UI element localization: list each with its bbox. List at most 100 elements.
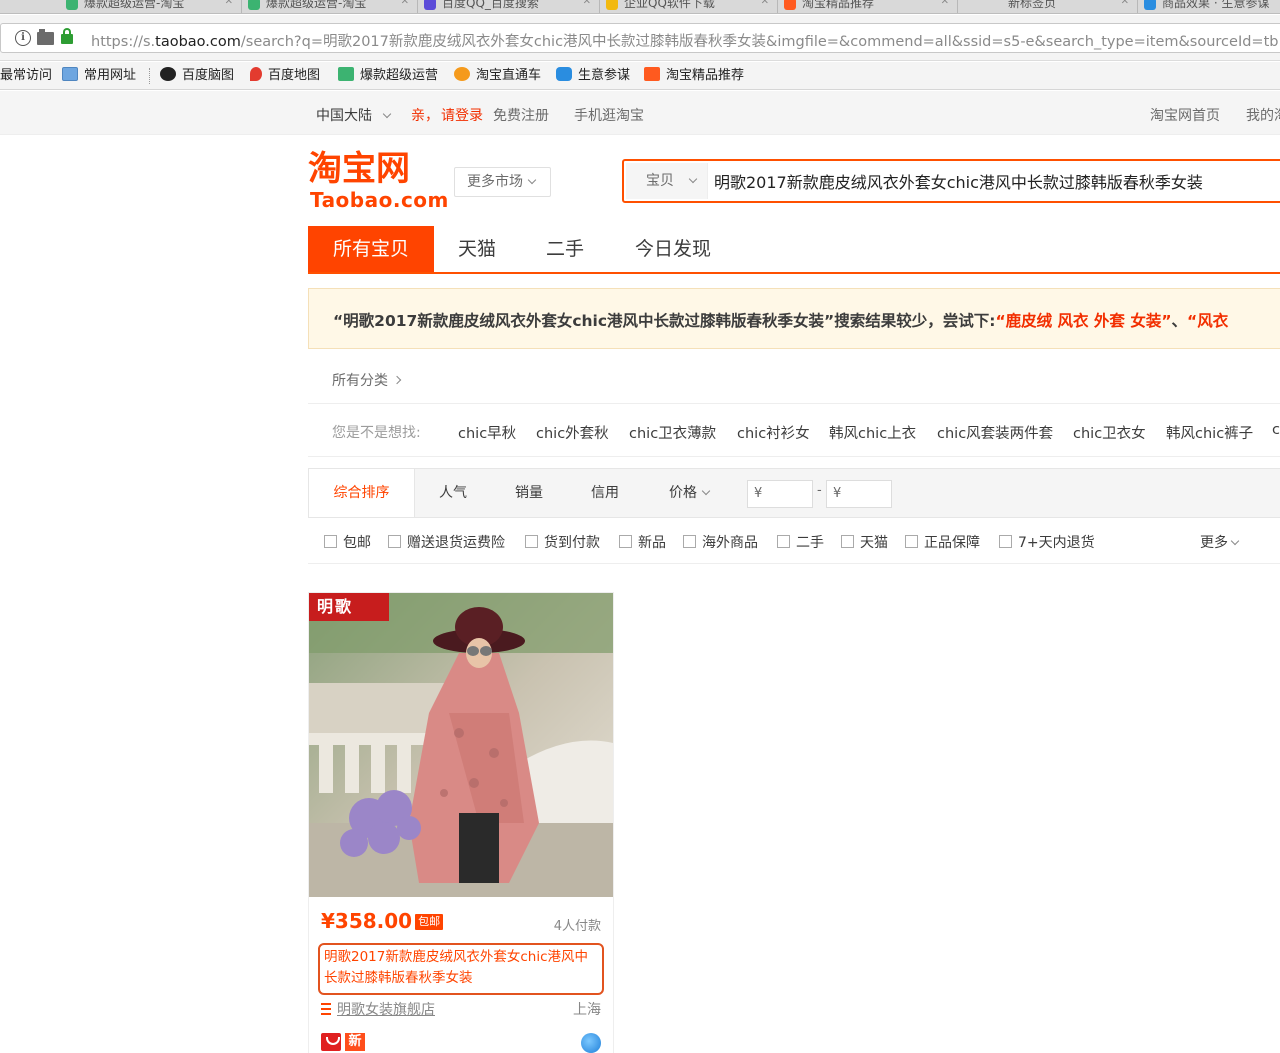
bookmark-baidu-naotu[interactable]: 百度脑图 xyxy=(160,67,234,85)
close-icon[interactable]: ✕ xyxy=(761,0,769,7)
chevron-down-icon xyxy=(527,175,537,185)
tmall-badge-icon[interactable] xyxy=(321,1033,341,1051)
info-icon[interactable]: i xyxy=(15,30,31,46)
suggested-query-link[interactable]: “风衣 xyxy=(1187,312,1228,330)
taobao-logo[interactable]: 淘宝网 xyxy=(308,149,410,189)
browser-tab[interactable]: 百度QQ_百度搜索 ✕ xyxy=(418,0,600,13)
tab-second-hand[interactable]: 二手 xyxy=(520,226,610,272)
bookmark-baokuan[interactable]: 爆款超级运营 xyxy=(338,67,438,85)
suggest-item[interactable]: chic卫衣女 xyxy=(1073,422,1146,443)
product-title-link[interactable]: 明歌2017新款鹿皮绒风衣外套女chic港风中长款过膝韩版春秋季女装 xyxy=(318,943,604,995)
close-icon[interactable]: ✕ xyxy=(1121,0,1129,7)
compass-icon xyxy=(1144,0,1156,10)
suggest-item[interactable]: chic卫衣薄款 xyxy=(629,422,716,443)
browser-tab[interactable]: 新标签页 ✕ xyxy=(958,0,1138,13)
checkbox[interactable] xyxy=(388,535,401,548)
tip-text: “明歌2017新款鹿皮绒风衣外套女chic港风中长款过膝韩版春秋季女装”搜索结果… xyxy=(333,312,1229,330)
mobile-taobao-link[interactable]: 手机逛淘宝 xyxy=(574,105,644,125)
suggest-item[interactable]: chic风套装两件套 xyxy=(937,422,1053,443)
taobao-home-link[interactable]: 淘宝网首页 xyxy=(1150,105,1220,125)
more-market-dropdown[interactable]: 更多市场 xyxy=(454,167,551,197)
product-image xyxy=(309,593,613,897)
checkbox[interactable] xyxy=(525,535,538,548)
product-price: ¥358.00 包邮 xyxy=(321,909,444,933)
filter-second-hand[interactable]: 二手 xyxy=(777,532,824,552)
url-text[interactable]: https://s.taobao.com/search?q=明歌2017新款鹿皮… xyxy=(91,30,1280,51)
bookmark-sycm[interactable]: 生意参谋 xyxy=(556,67,630,85)
more-filters-button[interactable]: 更多 xyxy=(1200,532,1240,552)
site-top-nav: 中国大陆 亲， 请登录 免费注册 手机逛淘宝 淘宝网首页 我的淘 xyxy=(0,91,1280,135)
browser-tab[interactable]: 商品效果 · 生意参谋 xyxy=(1138,0,1280,13)
filter-tmall[interactable]: 天猫 xyxy=(841,532,888,552)
tab-today-discover[interactable]: 今日发现 xyxy=(618,226,728,272)
browser-tab[interactable]: 淘宝精品推荐 ✕ xyxy=(778,0,958,13)
sort-price[interactable]: 价格 xyxy=(651,469,727,517)
suggest-item[interactable]: chic外套秋 xyxy=(536,422,609,443)
bookmark-most-visited[interactable]: 最常访问 xyxy=(0,67,52,85)
new-badge[interactable]: 新 xyxy=(345,1033,365,1051)
wangwang-icon[interactable] xyxy=(581,1033,601,1053)
checkbox[interactable] xyxy=(905,535,918,548)
region-selector[interactable]: 中国大陆 xyxy=(316,105,392,125)
filter-free-shipping[interactable]: 包邮 xyxy=(324,532,371,552)
browser-tab[interactable]: 爆款超级运营-淘宝 ✕ xyxy=(242,0,418,13)
folder-icon xyxy=(62,67,78,81)
bookmark-ztc[interactable]: 淘宝直通车 xyxy=(454,67,541,85)
checkbox[interactable] xyxy=(999,535,1012,548)
product-card[interactable]: 明歌 ¥358.00 包邮 4人付款 明歌2017新款鹿皮绒风衣外套女chic港风… xyxy=(308,592,614,1053)
search-type-dropdown[interactable]: 宝贝 xyxy=(626,163,708,199)
close-icon[interactable]: ✕ xyxy=(583,0,591,7)
filter-overseas[interactable]: 海外商品 xyxy=(683,532,758,552)
chevron-down-icon xyxy=(701,486,711,496)
bookmarks-bar: 最常访问 常用网址 百度脑图 百度地图 爆款超级运营 淘宝直通车 生意参谋 淘宝… xyxy=(0,62,1280,90)
product-photo[interactable]: 明歌 xyxy=(309,593,613,897)
filter-cod[interactable]: 货到付款 xyxy=(525,532,600,552)
free-shipping-badge: 包邮 xyxy=(415,914,444,930)
taobao-logo-en[interactable]: Taobao.com xyxy=(310,189,449,211)
price-max-input[interactable]: ¥ xyxy=(826,480,892,508)
compass-icon xyxy=(556,67,572,81)
tab-tmall[interactable]: 天猫 xyxy=(434,226,520,272)
bookmark-taobao-picks[interactable]: 淘宝精品推荐 xyxy=(644,67,744,85)
address-bar[interactable]: i https://s.taobao.com/search?q=明歌2017新款… xyxy=(0,23,1280,53)
filter-return-insurance[interactable]: 赠送退货运费险 xyxy=(388,532,505,552)
lock-icon[interactable] xyxy=(61,28,73,44)
sort-sales[interactable]: 销量 xyxy=(491,469,567,517)
filter-genuine[interactable]: 正品保障 xyxy=(905,532,980,552)
login-link[interactable]: 请登录 xyxy=(441,105,483,125)
filter-new[interactable]: 新品 xyxy=(619,532,666,552)
filter-bar: 包邮 赠送退货运费险 货到付款 新品 海外商品 二手 天猫 正品保障 7+天内退… xyxy=(308,518,1280,564)
checkbox[interactable] xyxy=(619,535,632,548)
bookmark-separator xyxy=(149,68,150,84)
close-icon[interactable]: ✕ xyxy=(225,0,233,7)
sort-popularity[interactable]: 人气 xyxy=(415,469,491,517)
suggest-item[interactable]: c xyxy=(1272,422,1280,438)
register-link[interactable]: 免费注册 xyxy=(493,105,549,125)
all-categories-link[interactable]: 所有分类 xyxy=(332,370,402,390)
checkbox[interactable] xyxy=(841,535,854,548)
naotu-icon xyxy=(160,67,176,81)
tab-all-items[interactable]: 所有宝贝 xyxy=(308,226,434,272)
sort-credit[interactable]: 信用 xyxy=(567,469,643,517)
suggest-item[interactable]: chic早秋 xyxy=(458,422,516,443)
close-icon[interactable]: ✕ xyxy=(941,0,949,7)
main-tabs: 所有宝贝 天猫 二手 今日发现 xyxy=(308,226,1280,274)
price-min-input[interactable]: ¥ xyxy=(747,480,813,508)
filter-7day-return[interactable]: 7+天内退货 xyxy=(999,532,1095,552)
shop-link[interactable]: 明歌女装旗舰店 xyxy=(337,999,435,1019)
bookmark-baidu-map[interactable]: 百度地图 xyxy=(250,67,320,85)
checkbox[interactable] xyxy=(777,535,790,548)
my-taobao-link[interactable]: 我的淘 xyxy=(1246,105,1280,125)
search-input[interactable] xyxy=(714,163,1280,199)
browser-tab[interactable]: 爆款超级运营-淘宝 ✕ xyxy=(60,0,242,13)
sort-default[interactable]: 综合排序 xyxy=(309,469,415,517)
bookmark-common-sites[interactable]: 常用网址 xyxy=(62,67,136,85)
suggest-item[interactable]: 韩风chic上衣 xyxy=(829,422,916,443)
close-icon[interactable]: ✕ xyxy=(401,0,409,7)
browser-tab[interactable]: 企业QQ软件下载 ✕ xyxy=(600,0,778,13)
checkbox[interactable] xyxy=(324,535,337,548)
suggest-item[interactable]: 韩风chic裤子 xyxy=(1166,422,1253,443)
checkbox[interactable] xyxy=(683,535,696,548)
suggested-query-link[interactable]: “鹿皮绒 风衣 外套 女装” xyxy=(995,312,1171,330)
suggest-item[interactable]: chic衬衫女 xyxy=(737,422,810,443)
